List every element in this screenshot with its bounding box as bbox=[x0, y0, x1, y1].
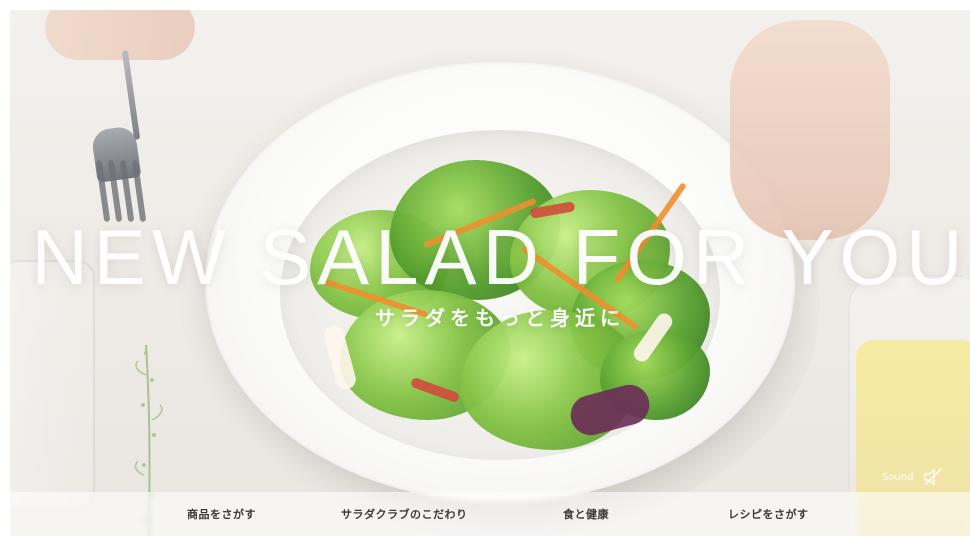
sound-label: Sound bbox=[882, 471, 914, 483]
nav-item-search-recipes[interactable]: レシピをさがす bbox=[728, 492, 809, 536]
bottom-nav: 商品をさがす サラダクラブのこだわり 食と健康 レシピをさがす bbox=[10, 492, 970, 536]
nav-item-food-and-health[interactable]: 食と健康 bbox=[563, 492, 609, 536]
left-hand bbox=[45, 10, 195, 60]
hero-subtitle: サラダをもっと身近に bbox=[375, 306, 625, 330]
nav-item-search-products[interactable]: 商品をさがす bbox=[187, 492, 256, 536]
nav-label: サラダクラブのこだわり bbox=[341, 508, 468, 521]
nav-label: 食と健康 bbox=[563, 508, 609, 521]
sound-toggle[interactable]: Sound bbox=[882, 465, 944, 489]
nav-item-salad-club-commitment[interactable]: サラダクラブのこだわり bbox=[341, 492, 468, 536]
nav-label: 商品をさがす bbox=[187, 508, 256, 521]
nav-label: レシピをさがす bbox=[728, 508, 809, 521]
speaker-muted-icon bbox=[922, 466, 944, 488]
right-hand bbox=[730, 20, 890, 240]
hero-title: NEW SALAD FOR YOU bbox=[31, 213, 969, 301]
hero: NEW SALAD FOR YOU サラダをもっと身近に Sound bbox=[10, 10, 970, 536]
fork-handle bbox=[121, 50, 141, 140]
page: NEW SALAD FOR YOU サラダをもっと身近に Sound 商品をさが… bbox=[0, 0, 970, 536]
